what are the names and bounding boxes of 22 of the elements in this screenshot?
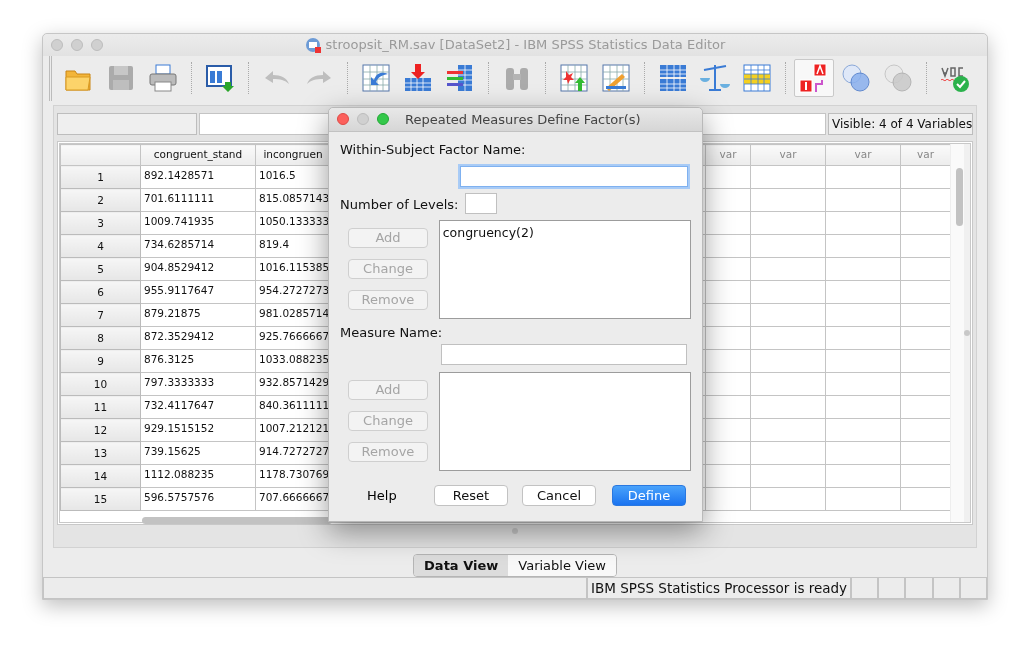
status-text: IBM SPSS Statistics Processor is ready	[587, 578, 852, 599]
table-cell: 701.6111111	[140, 188, 256, 212]
table-cell: 872.3529412	[140, 326, 256, 350]
table-cell: 892.1428571	[140, 165, 256, 189]
table-cell: 904.8529412	[140, 257, 256, 281]
table-cell: 879.21875	[140, 303, 256, 327]
field-label: Within-Subject Factor Name:	[340, 141, 526, 160]
table-cell: 929.1515152	[140, 418, 256, 442]
table-cell: 797.3333333	[140, 372, 256, 396]
field-label: Number of Levels:	[340, 196, 459, 214]
table-cell: 1112.088235	[140, 464, 256, 488]
visible-variables-label: Visible: 4 of 4 Variables	[828, 113, 973, 136]
table-cell: 739.15625	[140, 441, 256, 465]
table-cell: 732.4117647	[140, 395, 256, 419]
table-cell: 734.6285714	[140, 234, 256, 258]
table-cell: 955.9117647	[140, 280, 256, 304]
window-title: stroopsit_RM.sav [DataSet2] - IBM SPSS Statistics Data Editor	[325, 36, 726, 55]
table-cell: 596.5757576	[140, 487, 256, 511]
table-cell: 876.3125	[140, 349, 256, 373]
dialog-title: Repeated Measures Define Factor(s)	[405, 110, 641, 129]
table-cell: 1009.741935	[140, 211, 256, 235]
field-label: Measure Name:	[340, 323, 443, 342]
